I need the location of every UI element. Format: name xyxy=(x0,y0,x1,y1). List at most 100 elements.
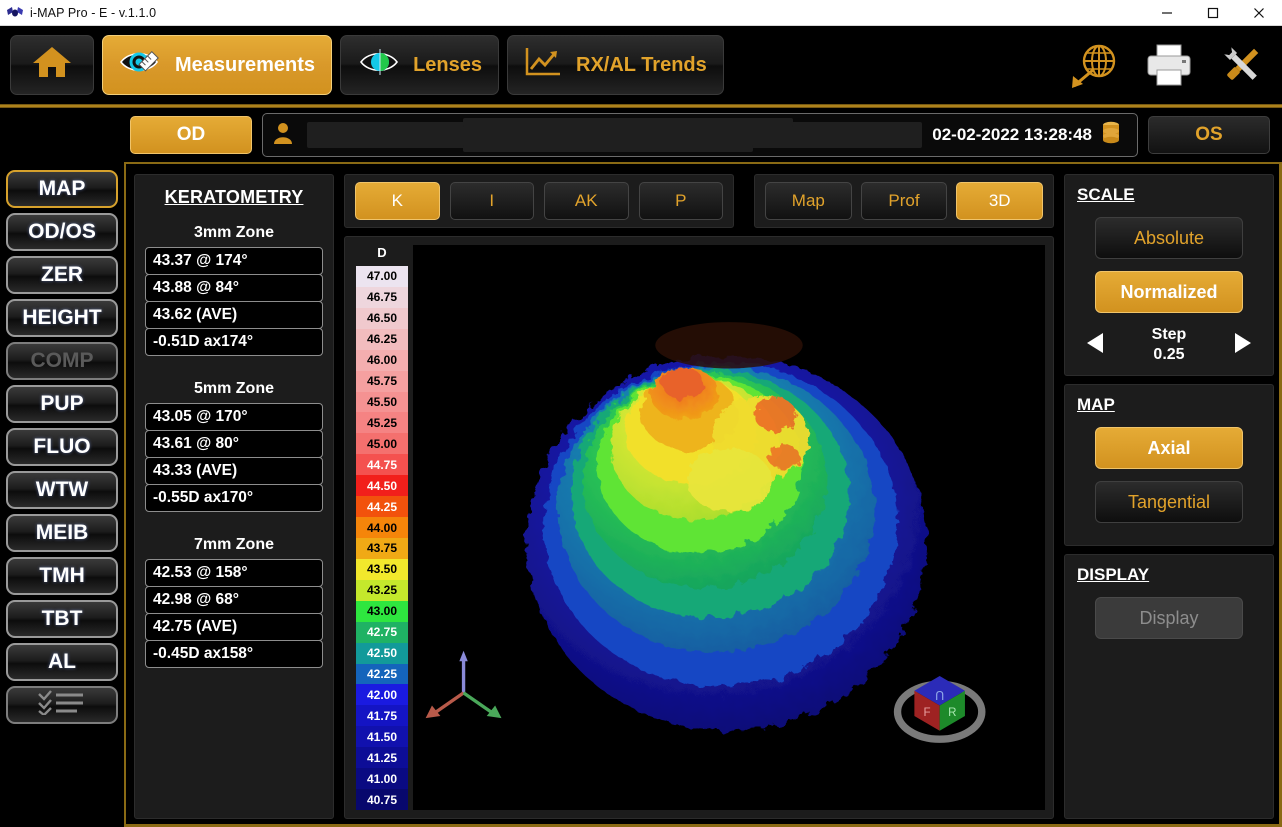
content-area: KERATOMETRY 3mm Zone 43.37 @ 174° 43.88 … xyxy=(126,162,1282,827)
colorbar-step: 47.00 xyxy=(356,266,408,287)
eye-lens-icon xyxy=(357,47,401,83)
colorbar-step: 42.50 xyxy=(356,642,408,664)
checklist-icon xyxy=(35,689,89,721)
view-tab-map[interactable]: Map xyxy=(765,182,852,220)
step-value: 0.25 xyxy=(1153,346,1185,363)
sidebar-item-height[interactable]: HEIGHT xyxy=(6,299,118,337)
colorbar-step: 46.25 xyxy=(356,328,408,350)
eye-select-od-button[interactable]: OD xyxy=(130,116,252,154)
keratometry-zone-3mm: 3mm Zone 43.37 @ 174° 43.88 @ 84° 43.62 … xyxy=(145,224,323,356)
toolbar-icons xyxy=(1066,40,1268,90)
scale-card-title: SCALE xyxy=(1077,185,1135,204)
tools-icon[interactable] xyxy=(1216,41,1268,89)
sidebar-item-tmh[interactable]: TMH xyxy=(6,557,118,595)
sidebar-item-wtw[interactable]: WTW xyxy=(6,471,118,509)
colorbar-step: 44.25 xyxy=(356,496,408,518)
patient-name-value xyxy=(463,118,793,127)
left-sidebar: MAP OD/OS ZER HEIGHT COMP PUP FLUO WTW M… xyxy=(0,162,126,827)
patient-name-redaction-2 xyxy=(463,145,753,152)
sidebar-item-al[interactable]: AL xyxy=(6,643,118,681)
map-tab-ak[interactable]: AK xyxy=(544,182,629,220)
patient-name-field[interactable]: 02-02-2022 13:28:48 xyxy=(262,113,1138,157)
colorbar-step: 41.75 xyxy=(356,705,408,727)
window-minimize-button[interactable] xyxy=(1144,0,1190,26)
sidebar-item-fluo[interactable]: FLUO xyxy=(6,428,118,466)
zone-label: 5mm Zone xyxy=(193,380,274,397)
colorbar-step: 44.50 xyxy=(356,475,408,497)
map-tangential-button[interactable]: Tangential xyxy=(1095,481,1243,523)
nav-home-button[interactable] xyxy=(10,35,94,95)
zone-row: 43.88 @ 84° xyxy=(145,274,323,302)
map-card: MAP Axial Tangential xyxy=(1064,384,1274,546)
scale-card: SCALE Absolute Normalized Step 0.25 xyxy=(1064,174,1274,376)
nav-tab-rx-al-trends[interactable]: RX/AL Trends xyxy=(507,35,724,95)
colorbar: D 47.00 46.75 46.50 46.25 46.00 45.75 45.50 45.… xyxy=(353,245,411,810)
view-tab-prof[interactable]: Prof xyxy=(860,182,948,220)
keratometry-title: KERATOMETRY xyxy=(164,187,304,207)
map-tab-i[interactable]: I xyxy=(449,182,534,220)
keratometry-zone-5mm: 5mm Zone 43.05 @ 170° 43.61 @ 80° 43.33 … xyxy=(145,380,323,512)
zone-row: 43.05 @ 170° xyxy=(145,403,323,431)
map-tab-k[interactable]: K xyxy=(355,182,440,220)
map-display-area: D 47.00 46.75 46.50 46.25 46.00 45.75 45.50 45.… xyxy=(344,236,1054,819)
zone-row: -0.51D ax174° xyxy=(145,328,323,356)
colorbar-step: 41.50 xyxy=(356,726,408,748)
svg-text:F: F xyxy=(923,707,930,719)
zone-row: -0.55D ax170° xyxy=(145,484,323,512)
application-frame: Measurements Lenses RX/AL Trends OD 02-0… xyxy=(0,26,1282,827)
colorbar-unit-label: D xyxy=(377,245,387,260)
window-close-button[interactable] xyxy=(1236,0,1282,26)
printer-icon[interactable] xyxy=(1144,42,1194,88)
sidebar-item-od-os[interactable]: OD/OS xyxy=(6,213,118,251)
zone-row: 42.53 @ 158° xyxy=(145,559,323,587)
map-type-tabs: K I AK P xyxy=(344,174,734,228)
eye-select-os-button[interactable]: OS xyxy=(1148,116,1270,154)
display-card: DISPLAY Display xyxy=(1064,554,1274,819)
corneal-3d-map-canvas[interactable]: U F R xyxy=(413,245,1045,810)
colorbar-step: 43.50 xyxy=(356,558,408,580)
map-axial-button[interactable]: Axial xyxy=(1095,427,1243,469)
sidebar-item-zer[interactable]: ZER xyxy=(6,256,118,294)
colorbar-step: 43.25 xyxy=(356,579,408,601)
left-arrow-icon[interactable] xyxy=(1083,330,1109,361)
sidebar-item-pup[interactable]: PUP xyxy=(6,385,118,423)
zone-label: 3mm Zone xyxy=(193,224,274,241)
main-navigation-bar: Measurements Lenses RX/AL Trends xyxy=(0,26,1282,104)
keratometry-panel: KERATOMETRY 3mm Zone 43.37 @ 174° 43.88 … xyxy=(134,174,334,819)
exam-datetime: 02-02-2022 13:28:48 xyxy=(932,121,1127,150)
corneal-surface-render: U F R xyxy=(413,279,1045,776)
eye-ruler-icon xyxy=(119,47,163,83)
zone-row: 43.61 @ 80° xyxy=(145,430,323,458)
scale-normalized-button[interactable]: Normalized xyxy=(1095,271,1243,313)
right-control-panel: SCALE Absolute Normalized Step 0.25 MAP … xyxy=(1064,174,1274,819)
trend-chart-icon xyxy=(524,46,564,84)
sidebar-item-meib[interactable]: MEIB xyxy=(6,514,118,552)
colorbar-step: 46.00 xyxy=(356,349,408,371)
colorbar-step: 46.50 xyxy=(356,307,408,329)
zone-row: 43.62 (AVE) xyxy=(145,301,323,329)
nav-tab-measurements[interactable]: Measurements xyxy=(102,35,333,95)
colorbar-step: 42.25 xyxy=(356,663,408,685)
zone-row: 42.75 (AVE) xyxy=(145,613,323,641)
nav-tab-lenses[interactable]: Lenses xyxy=(340,35,499,95)
globe-export-icon[interactable] xyxy=(1066,40,1122,90)
view-tab-3d[interactable]: 3D xyxy=(956,182,1044,220)
right-arrow-icon[interactable] xyxy=(1229,330,1255,361)
database-icon[interactable] xyxy=(1101,121,1121,150)
sidebar-item-map[interactable]: MAP xyxy=(6,170,118,208)
svg-text:R: R xyxy=(948,707,956,719)
map-tab-p[interactable]: P xyxy=(638,182,723,220)
sidebar-item-tbt[interactable]: TBT xyxy=(6,600,118,638)
zone-row: 42.98 @ 68° xyxy=(145,586,323,614)
colorbar-step: 45.50 xyxy=(356,391,408,413)
zone-label: 7mm Zone xyxy=(193,536,274,553)
display-button: Display xyxy=(1095,597,1243,639)
person-icon xyxy=(273,121,293,150)
colorbar-scale[interactable]: 47.00 46.75 46.50 46.25 46.00 45.75 45.50 45.25… xyxy=(356,266,408,810)
colorbar-step: 40.75 xyxy=(356,789,408,810)
svg-text:U: U xyxy=(935,688,944,702)
map-card-title: MAP xyxy=(1077,395,1115,414)
scale-absolute-button[interactable]: Absolute xyxy=(1095,217,1243,259)
colorbar-step: 45.25 xyxy=(356,412,408,434)
window-maximize-button[interactable] xyxy=(1190,0,1236,26)
